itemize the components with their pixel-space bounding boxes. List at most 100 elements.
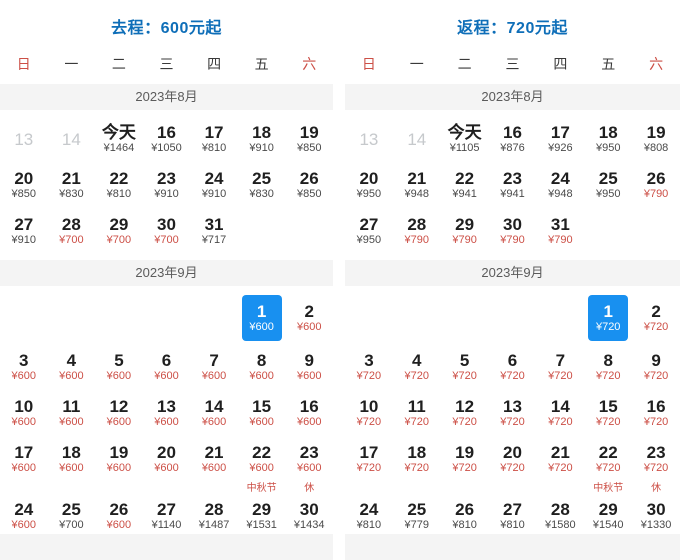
calendar-day-cell[interactable]: 28¥700 xyxy=(48,208,96,254)
calendar-day-cell[interactable]: 16¥600 xyxy=(285,390,333,436)
calendar-day-cell[interactable]: 16¥876 xyxy=(489,116,537,162)
calendar-day-cell[interactable]: 10¥720 xyxy=(345,390,393,436)
calendar-day-cell[interactable]: 1¥600 xyxy=(238,292,286,344)
calendar-day-cell[interactable]: 2¥600 xyxy=(285,292,333,344)
calendar-day-cell[interactable]: 23¥941 xyxy=(489,162,537,208)
calendar-day-cell[interactable]: 27¥950 xyxy=(345,208,393,254)
calendar-day-cell[interactable]: 20¥600 xyxy=(143,436,191,482)
calendar-day-cell[interactable]: 25¥950 xyxy=(584,162,632,208)
calendar-day-cell[interactable]: 29¥700 xyxy=(95,208,143,254)
calendar-day-cell[interactable]: 3¥600 xyxy=(0,344,48,390)
calendar-day-cell[interactable]: 23¥910 xyxy=(143,162,191,208)
calendar-day-cell[interactable]: 5¥720 xyxy=(441,344,489,390)
calendar-day-cell[interactable]: 29¥790 xyxy=(441,208,489,254)
calendar-day-cell[interactable]: 14¥720 xyxy=(536,390,584,436)
calendar-day-cell[interactable]: 30¥700 xyxy=(143,208,191,254)
calendar-day-cell[interactable]: 3¥720 xyxy=(345,344,393,390)
price-label: ¥1580 xyxy=(545,519,576,532)
calendar-day-cell[interactable]: 31¥717 xyxy=(190,208,238,254)
calendar-day-cell[interactable]: 16¥720 xyxy=(632,390,680,436)
price-label: ¥600 xyxy=(202,416,226,429)
calendar-day-cell[interactable]: 17¥810 xyxy=(190,116,238,162)
calendar-day-cell[interactable]: 21¥720 xyxy=(536,436,584,482)
calendar-day-cell[interactable]: 26¥790 xyxy=(632,162,680,208)
calendar-day-cell[interactable]: 9¥600 xyxy=(285,344,333,390)
calendar-day-cell[interactable]: 中秋节29¥1540 xyxy=(584,482,632,534)
calendar-day-cell[interactable]: 9¥720 xyxy=(632,344,680,390)
calendar-day-cell[interactable]: 14¥600 xyxy=(190,390,238,436)
calendar-day-cell[interactable]: 23¥600 xyxy=(285,436,333,482)
calendar-day-cell[interactable]: 21¥600 xyxy=(190,436,238,482)
calendar-day-cell[interactable]: 休30¥1434 xyxy=(285,482,333,534)
day-number: 21 xyxy=(407,169,426,188)
calendar-day-cell[interactable]: 24¥910 xyxy=(190,162,238,208)
calendar-day-cell[interactable]: 8¥720 xyxy=(584,344,632,390)
calendar-day-cell[interactable]: 22¥941 xyxy=(441,162,489,208)
calendar-day-cell[interactable]: 11¥600 xyxy=(48,390,96,436)
calendar-day-cell[interactable]: 中秋节29¥1531 xyxy=(238,482,286,534)
calendar-day-cell[interactable]: 28¥1487 xyxy=(190,482,238,534)
calendar-day-cell[interactable]: 27¥1140 xyxy=(143,482,191,534)
calendar-day-cell[interactable]: 15¥720 xyxy=(584,390,632,436)
day-number: 28 xyxy=(551,500,570,519)
calendar-day-cell[interactable]: 11¥720 xyxy=(393,390,441,436)
calendar-day-cell[interactable]: 21¥948 xyxy=(393,162,441,208)
calendar-day-cell[interactable]: 7¥720 xyxy=(536,344,584,390)
calendar-day-cell[interactable]: 2¥720 xyxy=(632,292,680,344)
calendar-day-cell[interactable]: 8¥600 xyxy=(238,344,286,390)
calendar-day-cell[interactable]: 30¥790 xyxy=(489,208,537,254)
calendar-day-cell[interactable]: 23¥720 xyxy=(632,436,680,482)
calendar-day-cell[interactable]: 1¥720 xyxy=(584,292,632,344)
calendar-day-cell[interactable]: 18¥950 xyxy=(584,116,632,162)
calendar-day-cell[interactable]: 12¥720 xyxy=(441,390,489,436)
calendar-day-cell[interactable]: 18¥720 xyxy=(393,436,441,482)
calendar-day-cell[interactable]: 21¥830 xyxy=(48,162,96,208)
calendar-day-cell[interactable]: 6¥720 xyxy=(489,344,537,390)
calendar-day-cell[interactable]: 19¥850 xyxy=(285,116,333,162)
calendar-day-cell[interactable]: 26¥810 xyxy=(441,482,489,534)
calendar-day-cell[interactable]: 27¥810 xyxy=(489,482,537,534)
calendar-day-cell[interactable]: 25¥779 xyxy=(393,482,441,534)
calendar-day-cell[interactable]: 休30¥1330 xyxy=(632,482,680,534)
calendar-day-cell[interactable]: 19¥808 xyxy=(632,116,680,162)
calendar-day-cell[interactable]: 6¥600 xyxy=(143,344,191,390)
calendar-day-cell[interactable]: 28¥790 xyxy=(393,208,441,254)
calendar-day-cell[interactable]: 24¥600 xyxy=(0,482,48,534)
calendar-day-cell[interactable]: 20¥720 xyxy=(489,436,537,482)
calendar-day-cell[interactable]: 25¥700 xyxy=(48,482,96,534)
calendar-day-cell[interactable]: 20¥950 xyxy=(345,162,393,208)
calendar-day-cell[interactable]: 今天¥1105 xyxy=(441,116,489,162)
calendar-day-cell[interactable]: 4¥600 xyxy=(48,344,96,390)
calendar-day-cell[interactable]: 16¥1050 xyxy=(143,116,191,162)
calendar-day-cell[interactable]: 27¥910 xyxy=(0,208,48,254)
calendar-day-cell[interactable]: 17¥720 xyxy=(345,436,393,482)
calendar-day-cell[interactable]: 7¥600 xyxy=(190,344,238,390)
price-label: ¥600 xyxy=(297,370,321,383)
calendar-day-cell[interactable]: 17¥926 xyxy=(536,116,584,162)
calendar-day-cell[interactable]: 26¥850 xyxy=(285,162,333,208)
calendar-day-cell[interactable]: 24¥810 xyxy=(345,482,393,534)
calendar-day-cell[interactable]: 18¥600 xyxy=(48,436,96,482)
calendar-day-cell[interactable]: 28¥1580 xyxy=(536,482,584,534)
calendar-day-cell[interactable]: 25¥830 xyxy=(238,162,286,208)
calendar-day-cell[interactable]: 26¥600 xyxy=(95,482,143,534)
calendar-day-cell[interactable]: 20¥850 xyxy=(0,162,48,208)
calendar-day-cell[interactable]: 4¥720 xyxy=(393,344,441,390)
calendar-day-cell[interactable]: 19¥720 xyxy=(441,436,489,482)
calendar-day-cell[interactable]: 22¥720 xyxy=(584,436,632,482)
calendar-day-cell[interactable]: 18¥910 xyxy=(238,116,286,162)
calendar-day-cell[interactable]: 31¥790 xyxy=(536,208,584,254)
calendar-day-cell[interactable]: 今天¥1464 xyxy=(95,116,143,162)
calendar-day-cell[interactable]: 17¥600 xyxy=(0,436,48,482)
calendar-day-cell[interactable]: 24¥948 xyxy=(536,162,584,208)
calendar-day-cell[interactable]: 12¥600 xyxy=(95,390,143,436)
calendar-day-cell[interactable]: 10¥600 xyxy=(0,390,48,436)
calendar-day-cell[interactable]: 13¥720 xyxy=(489,390,537,436)
calendar-day-cell[interactable]: 22¥810 xyxy=(95,162,143,208)
calendar-day-cell[interactable]: 13¥600 xyxy=(143,390,191,436)
calendar-day-cell[interactable]: 19¥600 xyxy=(95,436,143,482)
calendar-day-cell[interactable]: 5¥600 xyxy=(95,344,143,390)
day-number: 27 xyxy=(157,500,176,519)
calendar-day-cell[interactable]: 22¥600 xyxy=(238,436,286,482)
calendar-day-cell[interactable]: 15¥600 xyxy=(238,390,286,436)
